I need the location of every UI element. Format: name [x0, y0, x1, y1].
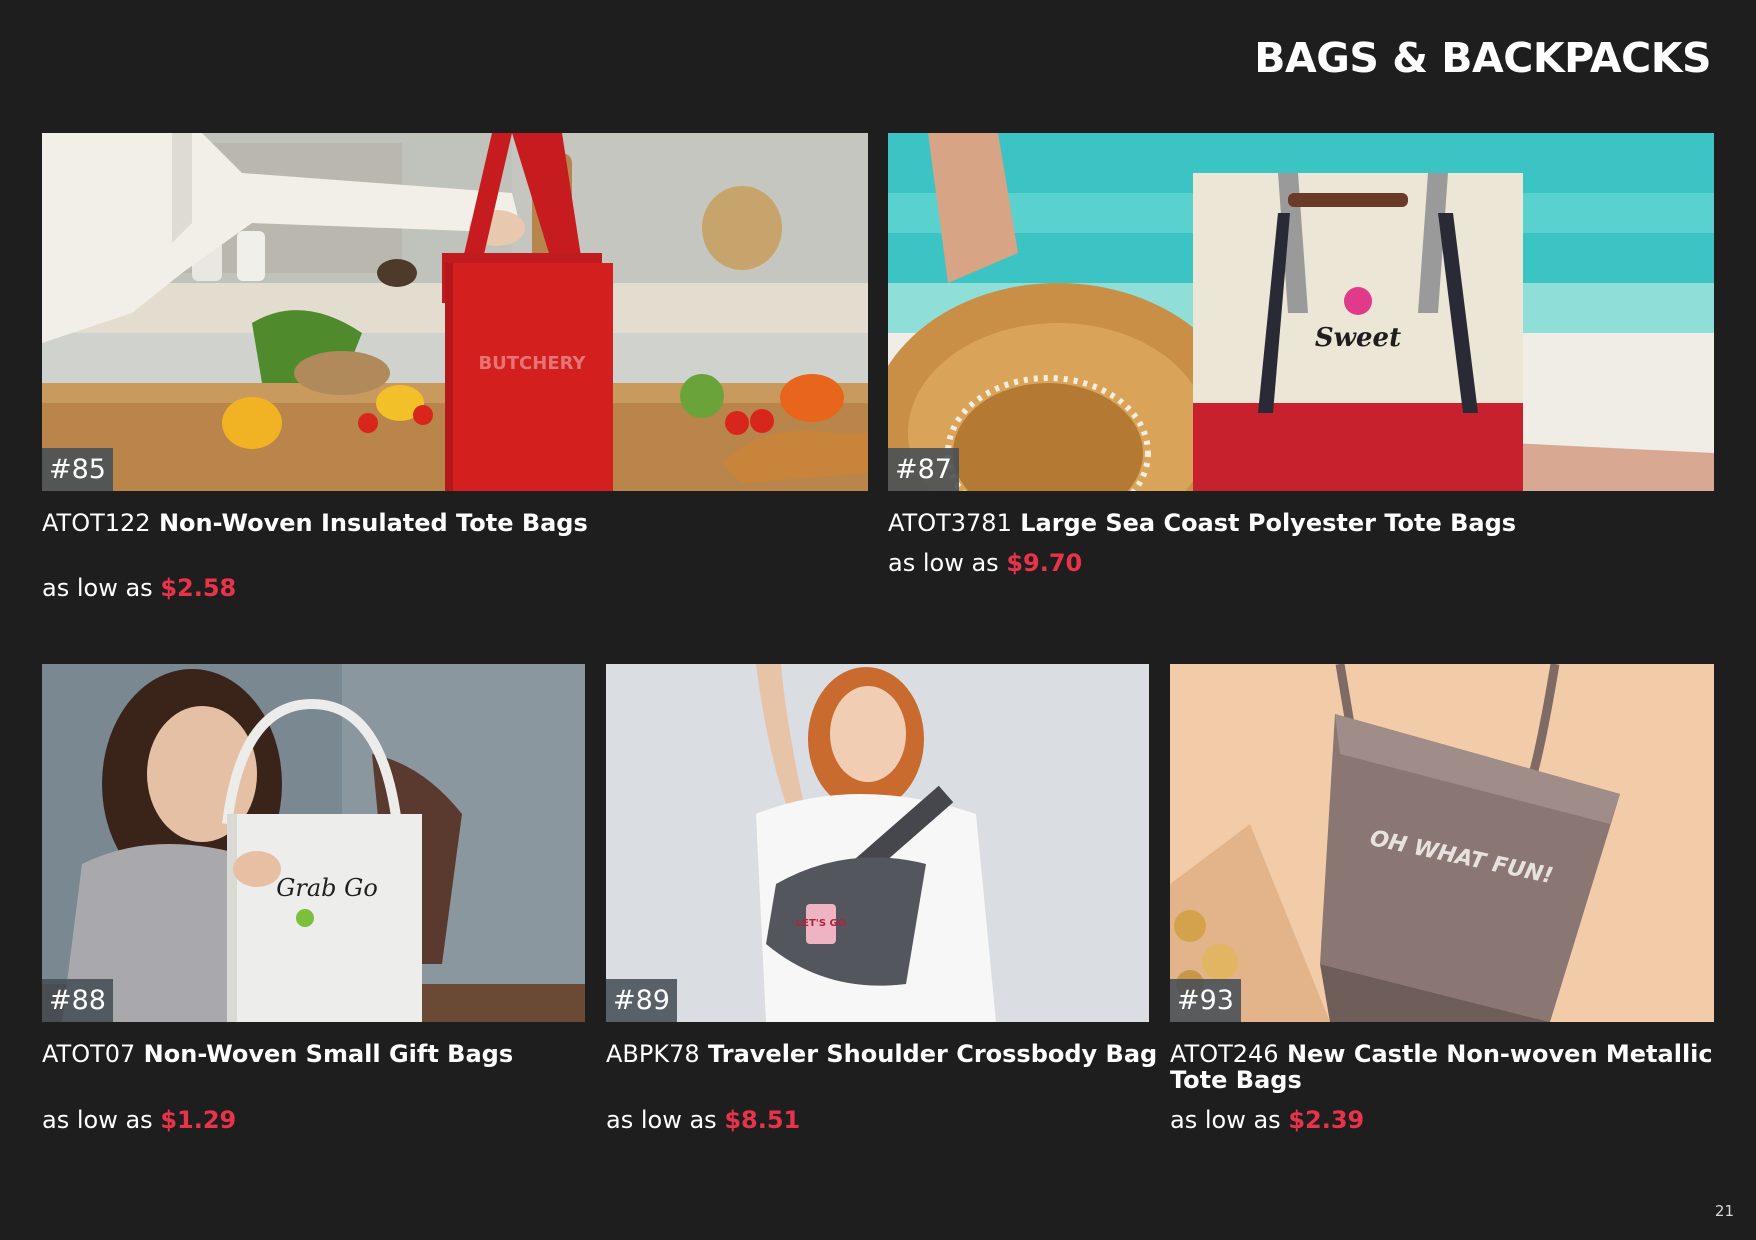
- product-sku: ABPK78: [606, 1040, 700, 1068]
- price-value: $2.58: [160, 574, 237, 602]
- price-prefix: as low as: [1170, 1106, 1281, 1134]
- product-title: ATOT07 Non-Woven Small Gift Bags: [42, 1041, 585, 1067]
- item-number-badge: #88: [42, 979, 113, 1022]
- woman-with-bag-image: Grab Go: [42, 664, 585, 1022]
- price-line: as low as $9.70: [888, 549, 1082, 577]
- metallic-tote-image: OH WHAT FUN!: [1170, 664, 1714, 1022]
- product-photo-metallic-tote: OH WHAT FUN! #93: [1170, 664, 1714, 1022]
- product-title: ATOT3781 Large Sea Coast Polyester Tote …: [888, 510, 1714, 536]
- price-value: $8.51: [724, 1106, 801, 1134]
- product-sku: ATOT122: [42, 509, 151, 537]
- product-name: Non-Woven Small Gift Bags: [143, 1040, 514, 1068]
- svg-text:BUTCHERY: BUTCHERY: [478, 353, 586, 374]
- price-prefix: as low as: [42, 1106, 153, 1134]
- product-sku: ATOT3781: [888, 509, 1012, 537]
- price-line: as low as $2.58: [42, 574, 236, 602]
- page-number: 21: [1714, 1202, 1734, 1220]
- price-line: as low as $2.39: [1170, 1106, 1364, 1134]
- price-prefix: as low as: [606, 1106, 717, 1134]
- svg-text:LET'S GO: LET'S GO: [796, 918, 846, 929]
- product-photo-small-gift-bag: Grab Go #88: [42, 664, 585, 1022]
- price-line: as low as $1.29: [42, 1106, 236, 1134]
- product-photo-insulated-tote: BUTCHERY #85: [42, 133, 868, 491]
- item-number-badge: #85: [42, 448, 113, 491]
- page-title: BAGS & BACKPACKS: [1254, 34, 1711, 82]
- product-name: Large Sea Coast Polyester Tote Bags: [1020, 509, 1517, 537]
- product-sku: ATOT07: [42, 1040, 136, 1068]
- price-line: as low as $8.51: [606, 1106, 800, 1134]
- kitchen-scene-image: BUTCHERY: [42, 133, 868, 491]
- product-title: ATOT246 New Castle Non-woven Metallic To…: [1170, 1041, 1714, 1093]
- price-value: $1.29: [160, 1106, 237, 1134]
- price-prefix: as low as: [888, 549, 999, 577]
- item-number-badge: #89: [606, 979, 677, 1022]
- item-number-badge: #93: [1170, 979, 1241, 1022]
- product-title: ABPK78 Traveler Shoulder Crossbody Bag: [606, 1041, 1166, 1067]
- price-prefix: as low as: [42, 574, 153, 602]
- price-value: $9.70: [1006, 549, 1083, 577]
- svg-text:Sweet: Sweet: [1315, 323, 1401, 353]
- woman-with-crossbody-image: LET'S GO: [606, 664, 1149, 1022]
- product-sku: ATOT246: [1170, 1040, 1279, 1068]
- price-value: $2.39: [1288, 1106, 1365, 1134]
- item-number-badge: #87: [888, 448, 959, 491]
- product-title: ATOT122 Non-Woven Insulated Tote Bags: [42, 510, 868, 536]
- product-photo-crossbody-bag: LET'S GO #89: [606, 664, 1149, 1022]
- beach-scene-image: Sweet: [888, 133, 1714, 491]
- product-name: Traveler Shoulder Crossbody Bag: [708, 1040, 1158, 1068]
- product-name: Non-Woven Insulated Tote Bags: [158, 509, 588, 537]
- product-photo-sea-coast-tote: Sweet #87: [888, 133, 1714, 491]
- svg-text:Grab Go: Grab Go: [276, 874, 378, 902]
